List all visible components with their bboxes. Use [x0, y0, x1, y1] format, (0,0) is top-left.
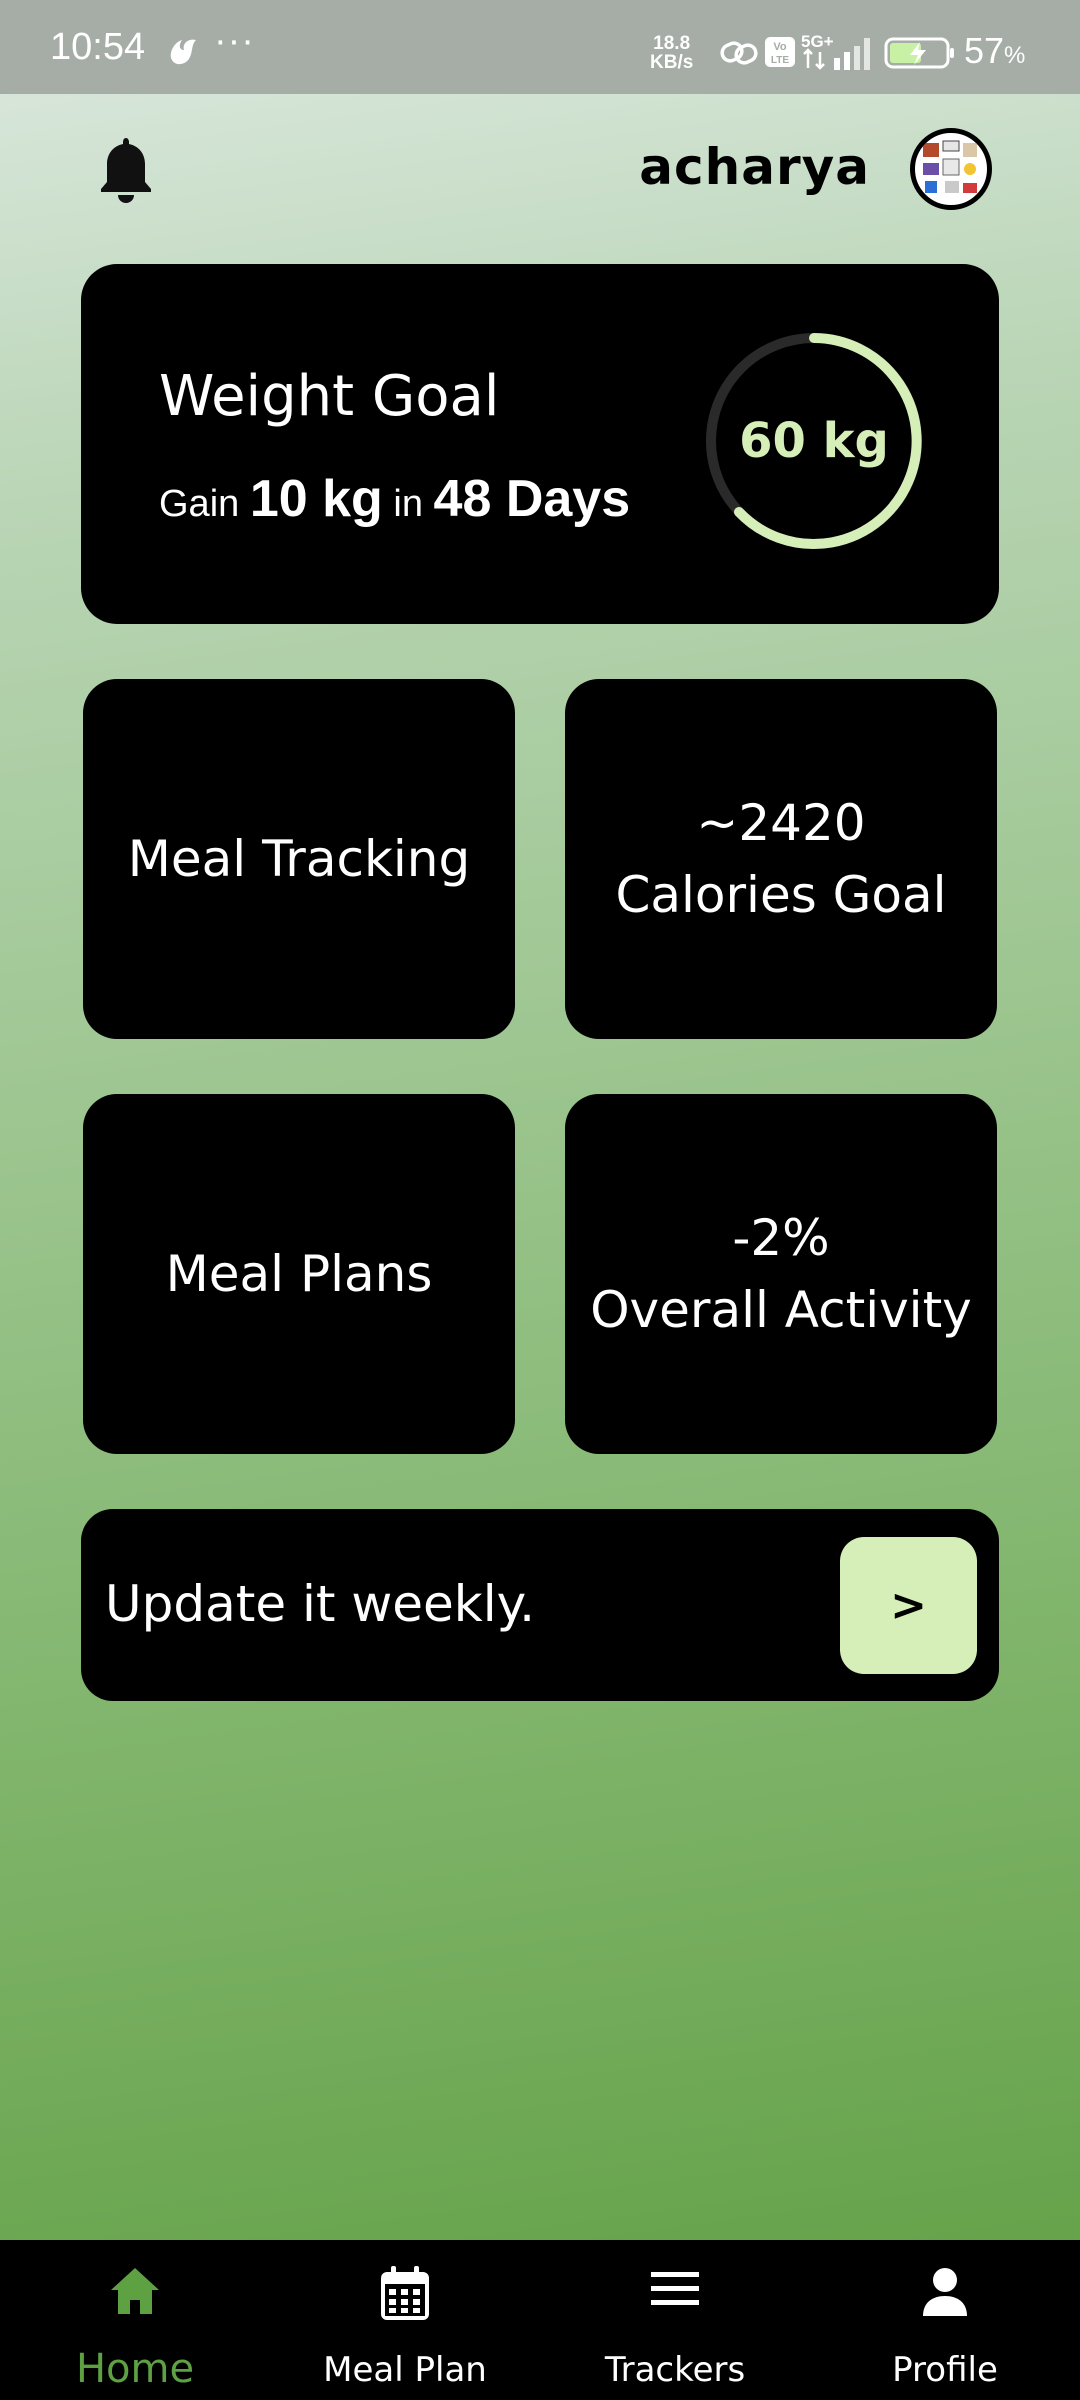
bell-icon[interactable] — [96, 134, 156, 204]
svg-text:LTE: LTE — [771, 55, 789, 66]
speed-value: 18.8 — [653, 33, 691, 54]
nav-meal-plan[interactable]: Meal Plan — [270, 2240, 540, 2400]
status-more-dots: ··· — [214, 20, 255, 62]
activity-value: -2% — [732, 1209, 830, 1267]
meal-plans-label: Meal Plans — [165, 1245, 433, 1303]
signal-icon — [800, 32, 874, 76]
network-speed: 18.8 KB/s — [650, 34, 693, 72]
target-weight-label: 60 kg — [739, 413, 889, 469]
meal-plans-tile[interactable]: Meal Plans — [83, 1094, 515, 1454]
bottom-navigation: Home Meal Plan Trackers Profile — [0, 2240, 1080, 2400]
nav-meal-plan-label: Meal Plan — [323, 2350, 487, 2390]
nav-home[interactable]: Home — [0, 2240, 270, 2400]
status-bar: 10:54 ··· 18.8 KB/s Vo LTE 5G+ 57% — [0, 0, 1080, 94]
update-weekly-text: Update it weekly. — [105, 1575, 535, 1633]
goal-days: 48 Days — [433, 470, 631, 528]
update-weekly-card: Update it weekly. > — [81, 1509, 999, 1701]
status-time: 10:54 — [50, 26, 146, 68]
in-word: in — [393, 483, 423, 525]
nav-trackers-label: Trackers — [604, 2350, 746, 2390]
gain-word: Gain — [159, 483, 240, 525]
calories-label: Calories Goal — [615, 866, 947, 924]
menu-icon — [647, 2264, 703, 2318]
activity-label: Overall Activity — [590, 1281, 972, 1339]
battery-icon — [884, 36, 956, 74]
meal-tracking-label: Meal Tracking — [127, 830, 471, 888]
person-icon — [917, 2264, 973, 2324]
battery-percent-value: 57 — [964, 30, 1005, 71]
overall-activity-tile[interactable]: -2% Overall Activity — [565, 1094, 997, 1454]
battery-percent-unit: % — [1004, 42, 1026, 69]
nav-profile-label: Profile — [892, 2350, 998, 2390]
weight-goal-card[interactable]: Weight Goal Gain 10 kg in 48 Days 60 kg — [81, 264, 999, 624]
username: acharya — [639, 138, 870, 196]
calendar-icon — [377, 2264, 433, 2328]
app-notification-icon — [166, 36, 200, 70]
calories-goal-tile[interactable]: ~2420 Calories Goal — [565, 679, 997, 1039]
calories-value: ~2420 — [696, 794, 866, 852]
nav-trackers[interactable]: Trackers — [540, 2240, 810, 2400]
volte-icon: Vo LTE — [764, 36, 796, 72]
battery-percent: 57% — [964, 30, 1025, 72]
status-right-group: 18.8 KB/s Vo LTE 5G+ 57% — [600, 0, 1080, 94]
speed-unit: KB/s — [650, 52, 694, 73]
profile-avatar[interactable] — [910, 128, 992, 210]
meal-tracking-tile[interactable]: Meal Tracking — [83, 679, 515, 1039]
nav-profile[interactable]: Profile — [810, 2240, 1080, 2400]
home-icon — [107, 2264, 163, 2320]
weight-goal-summary: Gain 10 kg in 48 Days — [159, 469, 630, 529]
nav-home-label: Home — [75, 2346, 195, 2392]
update-next-button[interactable]: > — [840, 1537, 977, 1674]
hotspot-link-icon — [720, 38, 758, 72]
svg-text:Vo: Vo — [773, 41, 787, 53]
gain-amount: 10 kg — [249, 470, 383, 528]
weight-goal-title: Weight Goal — [159, 364, 500, 429]
